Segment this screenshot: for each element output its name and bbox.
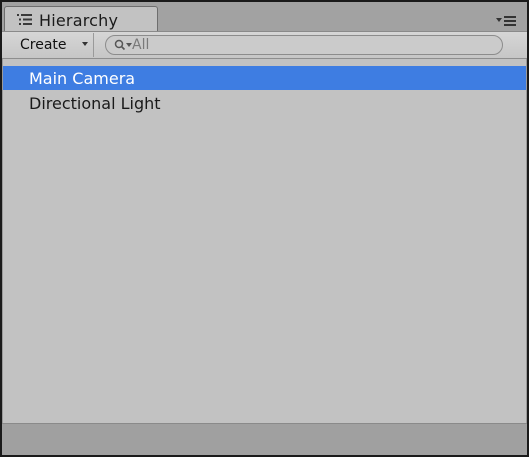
hierarchy-list-icon [17,14,32,25]
tab-strip: Hierarchy [2,2,527,32]
hierarchy-item-label: Directional Light [29,94,161,113]
search-field[interactable] [105,35,503,55]
search-filter-icon[interactable] [114,39,134,52]
create-button[interactable]: Create [8,33,94,57]
tab-hierarchy[interactable]: Hierarchy [4,6,158,32]
chevron-down-icon [82,42,88,46]
hierarchy-toolbar: Create [2,31,527,59]
tab-title: Hierarchy [39,11,119,30]
hierarchy-item-label: Main Camera [29,69,136,88]
create-label: Create [20,37,67,53]
hierarchy-item-directional-light[interactable]: Directional Light [3,91,526,115]
hierarchy-item-main-camera[interactable]: Main Camera [3,66,526,90]
hierarchy-window: Hierarchy Create Main Camera Direct [0,0,529,457]
bottom-status-bar [2,423,527,455]
panel-menu-icon[interactable] [495,15,517,27]
search-input[interactable] [132,36,492,54]
hierarchy-list: Main Camera Directional Light [2,59,527,423]
